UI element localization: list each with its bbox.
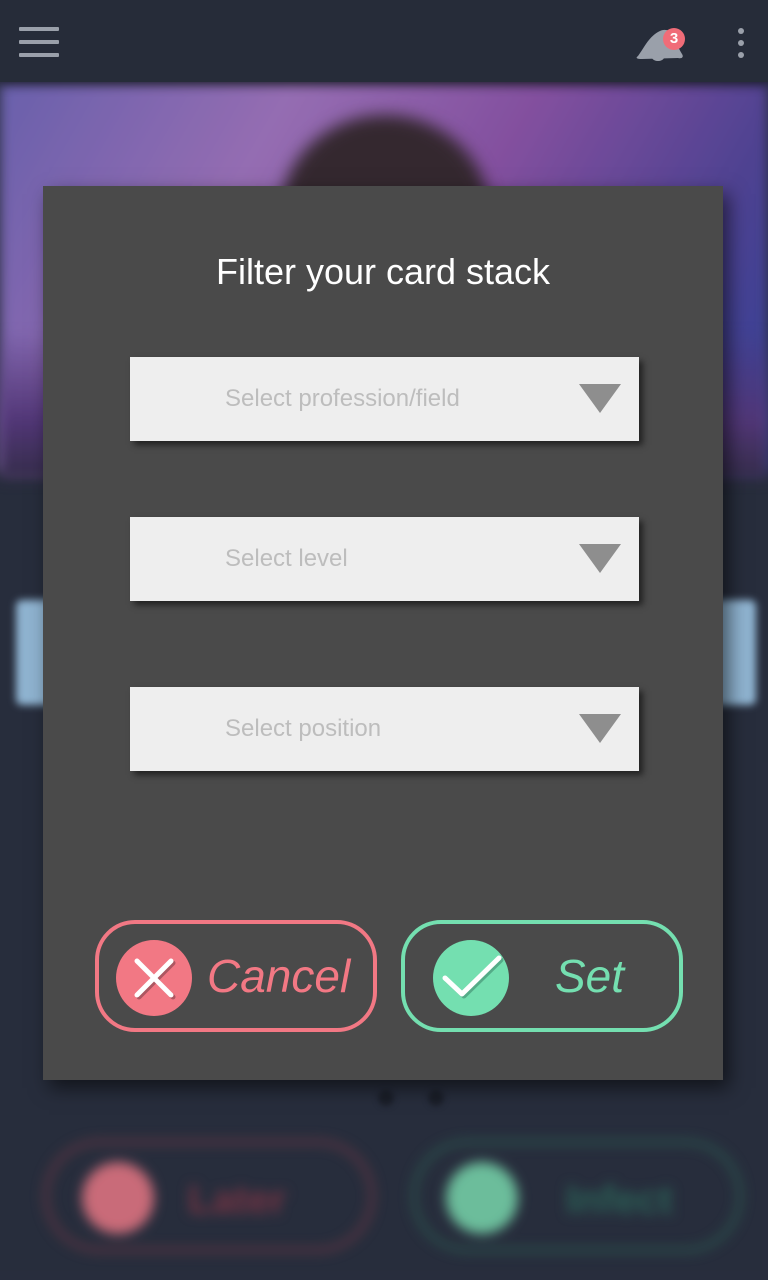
more-vertical-icon[interactable] <box>737 28 745 60</box>
level-select[interactable]: Select level <box>130 517 639 601</box>
app-bar: 3 <box>0 0 768 82</box>
hamburger-menu-icon[interactable] <box>19 27 59 59</box>
triangle-down-icon <box>579 384 621 413</box>
position-select[interactable]: Select position <box>130 687 639 771</box>
triangle-down-icon <box>579 544 621 573</box>
cancel-label: Cancel <box>207 950 351 1002</box>
close-x-icon <box>116 940 192 1016</box>
profession-select-placeholder: Select profession/field <box>225 385 460 412</box>
filter-dialog: Filter your card stack Select profession… <box>43 186 723 1080</box>
triangle-down-icon <box>579 714 621 743</box>
profession-select[interactable]: Select profession/field <box>130 357 639 441</box>
screen: Later Infect 3 Filter your card stack Se… <box>0 0 768 1280</box>
checkmark-icon <box>433 940 509 1016</box>
level-select-placeholder: Select level <box>225 545 348 572</box>
cancel-button[interactable]: Cancel <box>95 920 377 1032</box>
set-label: Set <box>555 950 625 1002</box>
dialog-title: Filter your card stack <box>215 251 551 292</box>
notification-badge: 3 <box>663 28 685 50</box>
position-select-placeholder: Select position <box>225 715 382 742</box>
set-button[interactable]: Set <box>401 920 683 1032</box>
